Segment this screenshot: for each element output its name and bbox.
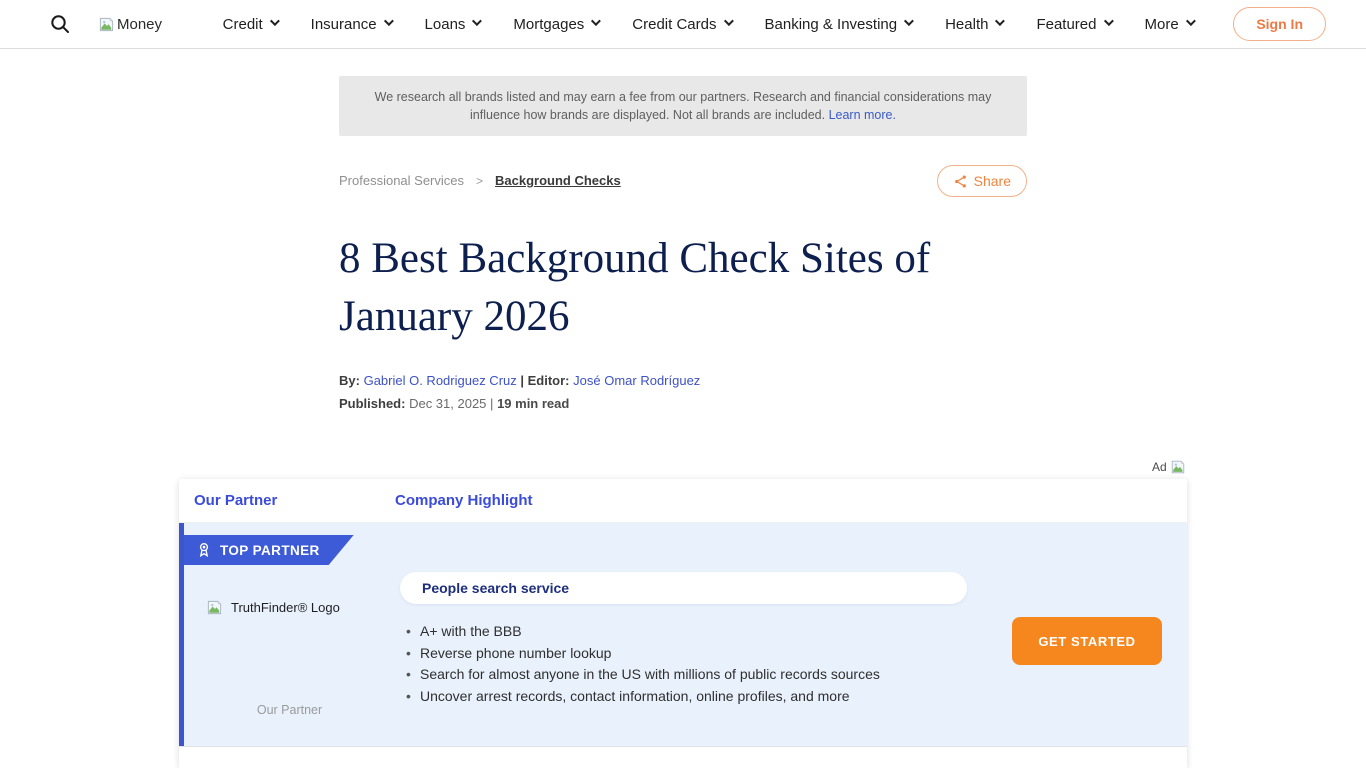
breadcrumb-section[interactable]: Professional Services — [339, 173, 464, 188]
chevron-down-icon — [1186, 16, 1196, 26]
share-icon — [953, 174, 968, 189]
chevron-down-icon — [904, 16, 914, 26]
top-partner-row: TOP PARTNER TruthFinder® Logo Our Partne… — [179, 523, 1187, 746]
breadcrumb-separator: > — [476, 174, 483, 188]
partner-disclaimer: We research all brands listed and may ea… — [339, 76, 1027, 136]
nav-item-credit-cards[interactable]: Credit Cards — [632, 16, 730, 33]
broken-image-icon — [206, 599, 223, 616]
chevron-down-icon — [384, 16, 394, 26]
partner-logo-cell: TruthFinder® Logo Our Partner — [184, 523, 395, 746]
chevron-down-icon — [472, 16, 482, 26]
chevron-down-icon — [995, 16, 1005, 26]
our-partner-column-header: Our Partner — [194, 492, 395, 509]
next-partner-row-partial — [179, 746, 1187, 768]
nav-item-more[interactable]: More — [1145, 16, 1193, 33]
chevron-down-icon — [591, 16, 601, 26]
read-time: 19 min read — [497, 396, 569, 411]
disclaimer-text: We research all brands listed and may ea… — [375, 90, 992, 122]
nav-item-mortgages[interactable]: Mortgages — [513, 16, 598, 33]
author-link[interactable]: Gabriel O. Rodriguez Cruz — [364, 373, 517, 388]
highlight-bullet: Search for almost anyone in the US with … — [402, 664, 880, 686]
highlight-category-pill: People search service — [400, 572, 967, 604]
partner-logo[interactable]: TruthFinder® Logo — [206, 599, 340, 616]
broken-image-icon — [1170, 459, 1186, 475]
get-started-button[interactable]: GET STARTED — [1012, 617, 1162, 665]
breadcrumb-row: Professional Services > Background Check… — [339, 165, 1027, 197]
search-icon[interactable] — [48, 12, 72, 36]
nav-item-credit[interactable]: Credit — [223, 16, 277, 33]
published-line: Published: Dec 31, 2025 | 19 min read — [339, 396, 569, 411]
chevron-down-icon — [723, 16, 733, 26]
read-time-separator: | — [490, 396, 493, 411]
highlight-bullet-list: A+ with the BBB Reverse phone number loo… — [402, 621, 880, 707]
partner-logo-alt-text: TruthFinder® Logo — [231, 600, 340, 615]
company-highlight-column-header: Company Highlight — [395, 492, 533, 509]
nav-item-banking-investing[interactable]: Banking & Investing — [765, 16, 912, 33]
highlight-bullet: Uncover arrest records, contact informat… — [402, 686, 880, 708]
sign-in-button[interactable]: Sign In — [1233, 7, 1326, 41]
published-label: Published: — [339, 396, 405, 411]
breadcrumb-current[interactable]: Background Checks — [495, 173, 621, 188]
nav-item-loans[interactable]: Loans — [425, 16, 480, 33]
share-button[interactable]: Share — [937, 165, 1027, 197]
by-label: By: — [339, 373, 360, 388]
our-partner-caption: Our Partner — [184, 703, 395, 717]
partner-comparison-card: Our Partner Company Highlight TOP PARTNE… — [179, 479, 1187, 768]
company-highlight-cell: People search service A+ with the BBB Re… — [395, 523, 1187, 746]
breadcrumb: Professional Services > Background Check… — [339, 173, 621, 188]
nav-item-health[interactable]: Health — [945, 16, 1002, 33]
highlight-bullet: Reverse phone number lookup — [402, 643, 880, 665]
page-title: 8 Best Background Check Sites of January… — [339, 230, 1039, 346]
nav-item-insurance[interactable]: Insurance — [311, 16, 391, 33]
highlight-bullet: A+ with the BBB — [402, 621, 880, 643]
editor-label: | Editor: — [520, 373, 569, 388]
share-button-label: Share — [974, 173, 1011, 189]
chevron-down-icon — [270, 16, 280, 26]
app-header: Money Credit Insurance Loans Mortgages C… — [0, 0, 1366, 49]
main-nav: Credit Insurance Loans Mortgages Credit … — [192, 16, 1223, 33]
ad-label: Ad — [1152, 459, 1186, 475]
broken-image-icon — [98, 16, 115, 33]
published-date: Dec 31, 2025 — [409, 396, 486, 411]
site-logo[interactable]: Money — [98, 16, 162, 33]
site-logo-alt-text: Money — [117, 16, 162, 33]
editor-link[interactable]: José Omar Rodríguez — [573, 373, 700, 388]
nav-item-featured[interactable]: Featured — [1036, 16, 1110, 33]
header-left: Money — [48, 12, 162, 36]
partner-card-header: Our Partner Company Highlight — [179, 479, 1187, 523]
ad-label-text: Ad — [1152, 460, 1167, 474]
byline: By: Gabriel O. Rodriguez Cruz | Editor: … — [339, 373, 700, 388]
learn-more-link[interactable]: Learn more. — [829, 108, 896, 122]
chevron-down-icon — [1103, 16, 1113, 26]
